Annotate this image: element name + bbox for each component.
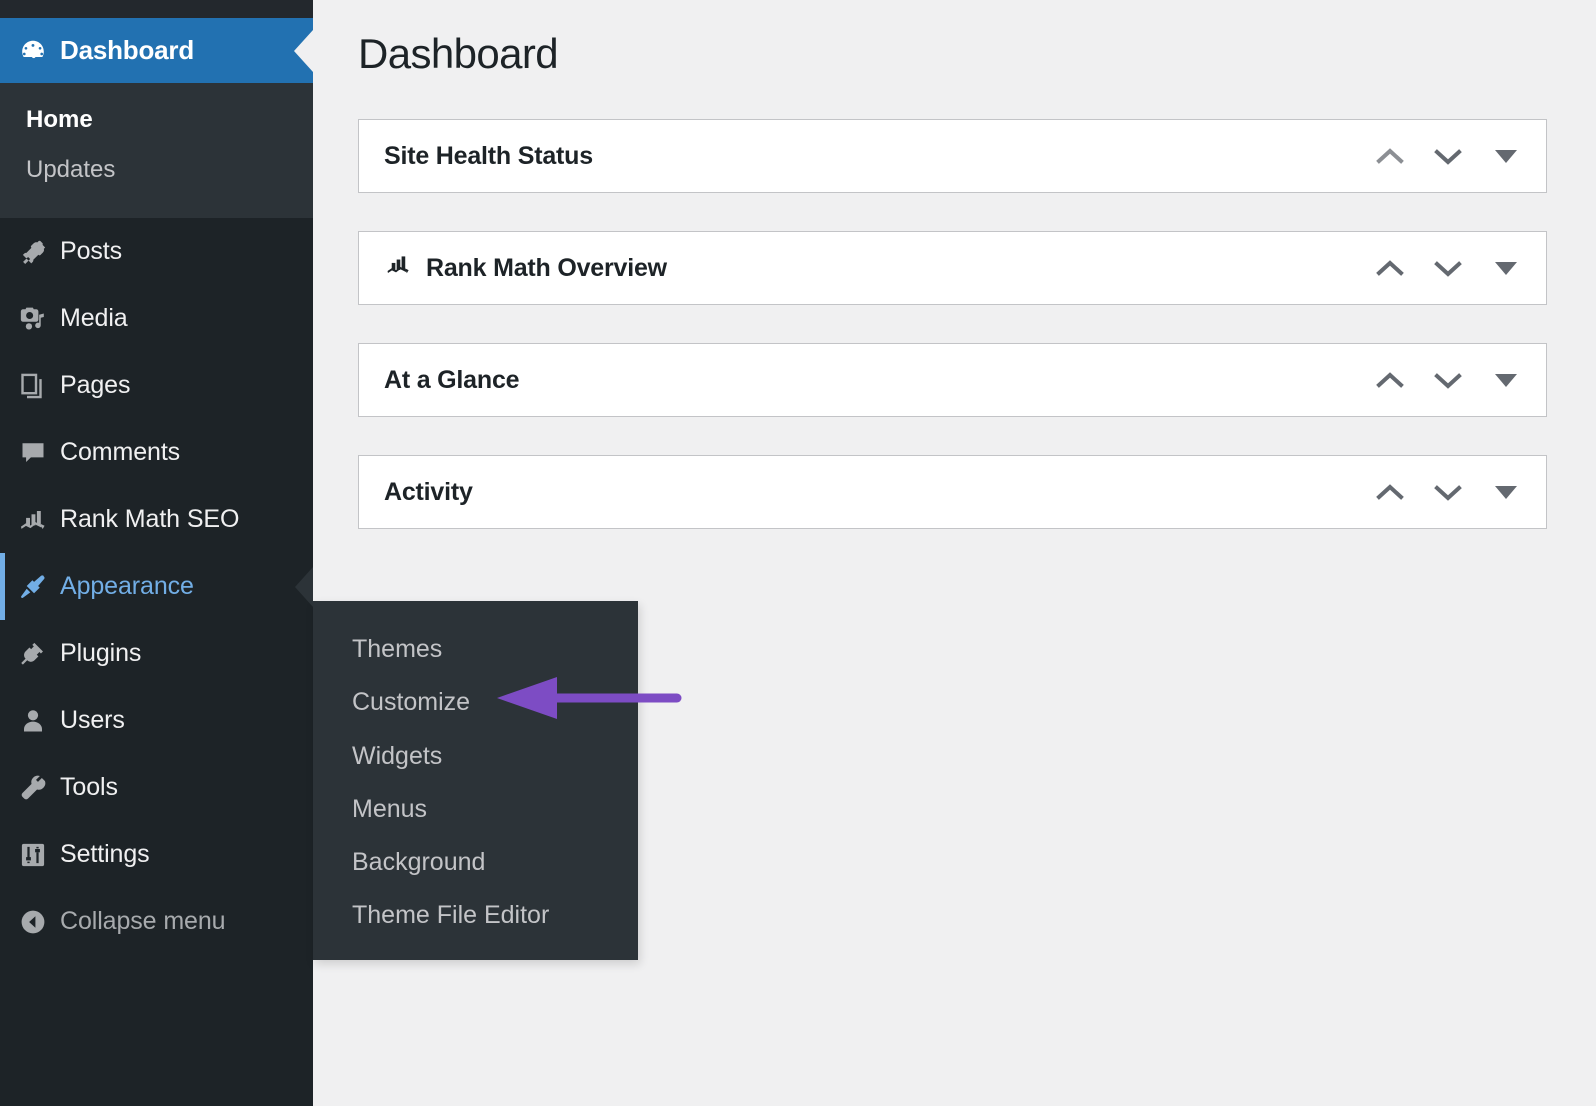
sidebar-item-label: Rank Math SEO (60, 505, 240, 533)
rank-math-icon (384, 252, 414, 285)
panel-title-text: Rank Math Overview (426, 253, 667, 282)
sidebar-item-appearance[interactable]: Appearance (0, 553, 313, 620)
current-menu-notch (294, 29, 313, 72)
sidebar-item-plugins[interactable]: Plugins (0, 620, 313, 687)
move-down-button[interactable] (1426, 134, 1470, 178)
admin-bar-strip (0, 0, 313, 18)
move-up-button[interactable] (1368, 134, 1412, 178)
sidebar-item-users[interactable]: Users (0, 687, 313, 754)
sidebar-item-label: Collapse menu (60, 907, 226, 935)
chevron-up-icon (1376, 260, 1404, 276)
collapse-arrow-icon (14, 907, 52, 937)
toggle-panel-button[interactable] (1484, 358, 1528, 402)
panel-at-a-glance[interactable]: At a Glance (358, 343, 1547, 417)
panel-rank-math-overview[interactable]: Rank Math Overview (358, 231, 1547, 305)
panel-title-text: Site Health Status (384, 141, 593, 170)
chevron-down-icon (1434, 149, 1462, 165)
move-down-button[interactable] (1426, 358, 1470, 402)
toggle-panel-button[interactable] (1484, 246, 1528, 290)
triangle-down-icon (1495, 261, 1517, 275)
sidebar-item-label: Settings (60, 840, 150, 868)
chevron-down-icon (1434, 261, 1462, 277)
flyout-item-background[interactable]: Background (313, 836, 638, 889)
sidebar-item-label: Dashboard (60, 35, 195, 65)
panel-controls (1368, 344, 1528, 416)
sidebar-item-dashboard[interactable]: Dashboard (0, 18, 313, 83)
flyout-item-widgets[interactable]: Widgets (313, 730, 638, 783)
move-down-button[interactable] (1426, 470, 1470, 514)
triangle-down-icon (1495, 149, 1517, 163)
sidebar-item-tools[interactable]: Tools (0, 754, 313, 821)
triangle-down-icon (1495, 485, 1517, 499)
sidebar-item-label: Media (60, 304, 128, 332)
submenu-item-updates[interactable]: Updates (0, 145, 313, 195)
wordpress-admin-screen: Dashboard Home Updates Posts Media Pages… (0, 0, 1596, 1106)
move-up-button[interactable] (1368, 246, 1412, 290)
move-up-button[interactable] (1368, 470, 1412, 514)
flyout-item-menus[interactable]: Menus (313, 783, 638, 836)
page-title: Dashboard (358, 30, 559, 77)
chevron-up-icon (1376, 484, 1404, 500)
sidebar-item-label: Plugins (60, 639, 142, 667)
toggle-panel-button[interactable] (1484, 134, 1528, 178)
sliders-icon (14, 840, 52, 870)
sidebar-item-label: Users (60, 706, 125, 734)
panel-title-text: Activity (384, 477, 473, 506)
user-icon (14, 706, 52, 736)
sidebar-item-media[interactable]: Media (0, 285, 313, 352)
appearance-flyout-submenu: Themes Customize Widgets Menus Backgroun… (313, 601, 638, 960)
panel-site-health-status[interactable]: Site Health Status (358, 119, 1547, 193)
move-up-button[interactable] (1368, 358, 1412, 402)
chevron-up-icon (1376, 148, 1404, 164)
sidebar-item-label: Tools (60, 773, 118, 801)
bar-chart-arrow-icon (14, 505, 52, 535)
wrench-icon (14, 773, 52, 803)
sidebar-item-comments[interactable]: Comments (0, 419, 313, 486)
plug-icon (14, 639, 52, 669)
flyout-item-theme-file-editor[interactable]: Theme File Editor (313, 889, 638, 942)
panel-controls (1368, 456, 1528, 528)
camera-music-icon (14, 304, 52, 334)
flyout-item-customize[interactable]: Customize (313, 676, 638, 729)
panel-title: Site Health Status (384, 142, 593, 171)
pages-stack-icon (14, 371, 52, 401)
panel-title: Activity (384, 478, 473, 507)
move-down-button[interactable] (1426, 246, 1470, 290)
panel-controls (1368, 232, 1528, 304)
sidebar-item-pages[interactable]: Pages (0, 352, 313, 419)
flyout-item-themes[interactable]: Themes (313, 623, 638, 676)
panel-activity[interactable]: Activity (358, 455, 1547, 529)
dashboard-gauge-icon (14, 36, 52, 66)
open-menu-notch (295, 566, 313, 607)
toggle-panel-button[interactable] (1484, 470, 1528, 514)
pushpin-icon (14, 237, 52, 267)
submenu-item-home[interactable]: Home (0, 95, 313, 145)
sidebar-menu-list: Posts Media Pages Comments Rank Math SEO… (0, 218, 313, 955)
sidebar-item-label: Appearance (60, 572, 194, 600)
sidebar-item-label: Pages (60, 371, 131, 399)
chevron-up-icon (1376, 372, 1404, 388)
chevron-down-icon (1434, 373, 1462, 389)
sidebar-item-rank-math-seo[interactable]: Rank Math SEO (0, 486, 313, 553)
dashboard-submenu: Home Updates (0, 83, 313, 218)
dashboard-widgets: Site Health Status Rank Math Overview At… (358, 119, 1547, 567)
triangle-down-icon (1495, 373, 1517, 387)
panel-title: At a Glance (384, 365, 520, 395)
sidebar-item-posts[interactable]: Posts (0, 218, 313, 285)
chevron-down-icon (1434, 485, 1462, 501)
panel-title-text: At a Glance (384, 365, 520, 394)
comment-bubble-icon (14, 438, 52, 468)
paintbrush-icon (14, 572, 52, 602)
panel-controls (1368, 120, 1528, 192)
sidebar-item-collapse-menu[interactable]: Collapse menu (0, 888, 313, 955)
sidebar-item-label: Posts (60, 237, 123, 265)
panel-title: Rank Math Overview (384, 252, 667, 285)
sidebar-item-settings[interactable]: Settings (0, 821, 313, 888)
sidebar-item-label: Comments (60, 438, 181, 466)
